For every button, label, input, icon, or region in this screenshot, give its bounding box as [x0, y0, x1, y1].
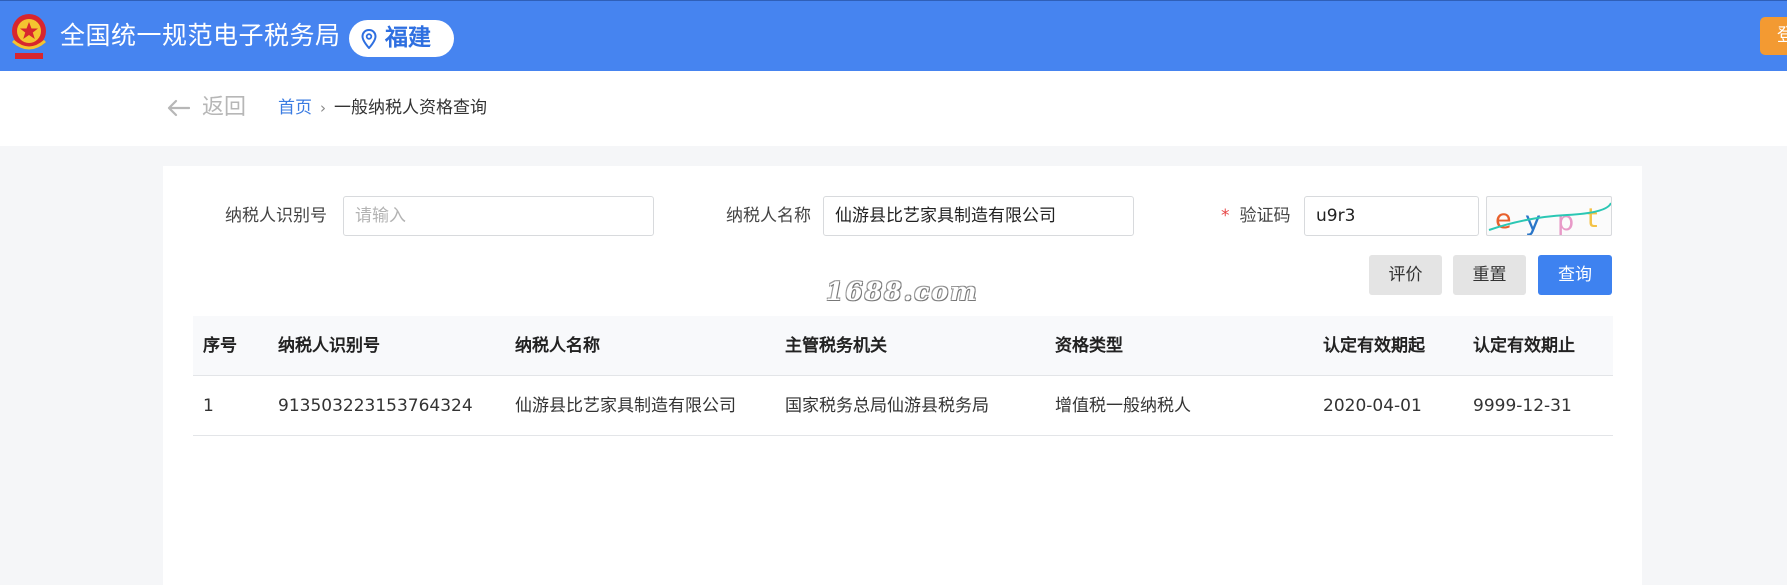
- location-pin-icon: [361, 28, 377, 49]
- col-valid-from: 认定有效期起: [1323, 336, 1425, 356]
- col-valid-to: 认定有效期止: [1473, 336, 1575, 356]
- col-taxpayer-id: 纳税人识别号: [278, 336, 380, 356]
- region-selector[interactable]: 福建: [349, 20, 454, 57]
- breadcrumb-bar: 返回 首页 › 一般纳税人资格查询: [0, 71, 1787, 146]
- captcha-label-wrap: * 验证码: [1221, 196, 1291, 236]
- cell-valid-from: 2020-04-01: [1323, 396, 1422, 416]
- table-row: 1 913503223153764324 仙游县比艺家具制造有限公司 国家税务总…: [193, 376, 1613, 436]
- table-header: 序号 纳税人识别号 纳税人名称 主管税务机关 资格类型 认定有效期起 认定有效期…: [193, 316, 1613, 376]
- arrow-left-icon: [167, 99, 190, 117]
- cell-taxpayer-name: 仙游县比艺家具制造有限公司: [515, 396, 736, 416]
- captcha-char-3: p: [1557, 206, 1574, 236]
- captcha-input[interactable]: u9r3: [1304, 196, 1479, 236]
- col-taxpayer-name: 纳税人名称: [515, 336, 600, 356]
- site-title: 全国统一规范电子税务局: [60, 21, 341, 50]
- watermark: 1688.com: [826, 277, 979, 306]
- col-index: 序号: [203, 336, 237, 356]
- breadcrumb-separator: ›: [320, 99, 326, 117]
- cell-taxpayer-id: 913503223153764324: [278, 396, 473, 416]
- captcha-char-1: e: [1495, 204, 1512, 235]
- reset-button[interactable]: 重置: [1453, 255, 1526, 295]
- query-panel: 纳税人识别号 请输入 纳税人名称 仙游县比艺家具制造有限公司 * 验证码 u9r3…: [163, 166, 1642, 585]
- breadcrumb: 首页 › 一般纳税人资格查询: [278, 95, 487, 121]
- captcha-image-graphic: e y p t: [1488, 202, 1611, 236]
- login-button[interactable]: 登: [1760, 17, 1787, 55]
- taxpayer-id-input[interactable]: 请输入: [343, 196, 654, 236]
- required-mark: *: [1221, 206, 1230, 226]
- col-tax-authority: 主管税务机关: [785, 336, 887, 356]
- captcha-label: 验证码: [1239, 206, 1291, 226]
- taxpayer-name-input[interactable]: 仙游县比艺家具制造有限公司: [823, 196, 1134, 236]
- captcha-image[interactable]: e y p t: [1486, 196, 1612, 236]
- cell-index: 1: [203, 396, 214, 416]
- breadcrumb-home-link[interactable]: 首页: [278, 95, 312, 121]
- tax-emblem-icon[interactable]: [9, 11, 49, 63]
- region-name: 福建: [385, 25, 431, 51]
- cell-tax-authority: 国家税务总局仙游县税务局: [785, 396, 989, 416]
- login-label: 登: [1777, 25, 1787, 46]
- rate-button[interactable]: 评价: [1369, 255, 1442, 295]
- back-label: 返回: [202, 95, 247, 120]
- captcha-char-2: y: [1525, 206, 1541, 236]
- results-table: 序号 纳税人识别号 纳税人名称 主管税务机关 资格类型 认定有效期起 认定有效期…: [193, 316, 1613, 436]
- taxpayer-name-label: 纳税人名称: [726, 206, 811, 226]
- captcha-char-4: t: [1587, 203, 1598, 234]
- top-header: 全国统一规范电子税务局 福建 登: [0, 0, 1787, 71]
- cell-valid-to: 9999-12-31: [1473, 396, 1572, 416]
- query-button[interactable]: 查询: [1538, 255, 1612, 295]
- taxpayer-id-label: 纳税人识别号: [225, 206, 327, 226]
- col-qualification: 资格类型: [1055, 336, 1123, 356]
- cell-qualification: 增值税一般纳税人: [1055, 396, 1191, 416]
- breadcrumb-current: 一般纳税人资格查询: [334, 98, 487, 118]
- back-button[interactable]: 返回: [166, 93, 246, 123]
